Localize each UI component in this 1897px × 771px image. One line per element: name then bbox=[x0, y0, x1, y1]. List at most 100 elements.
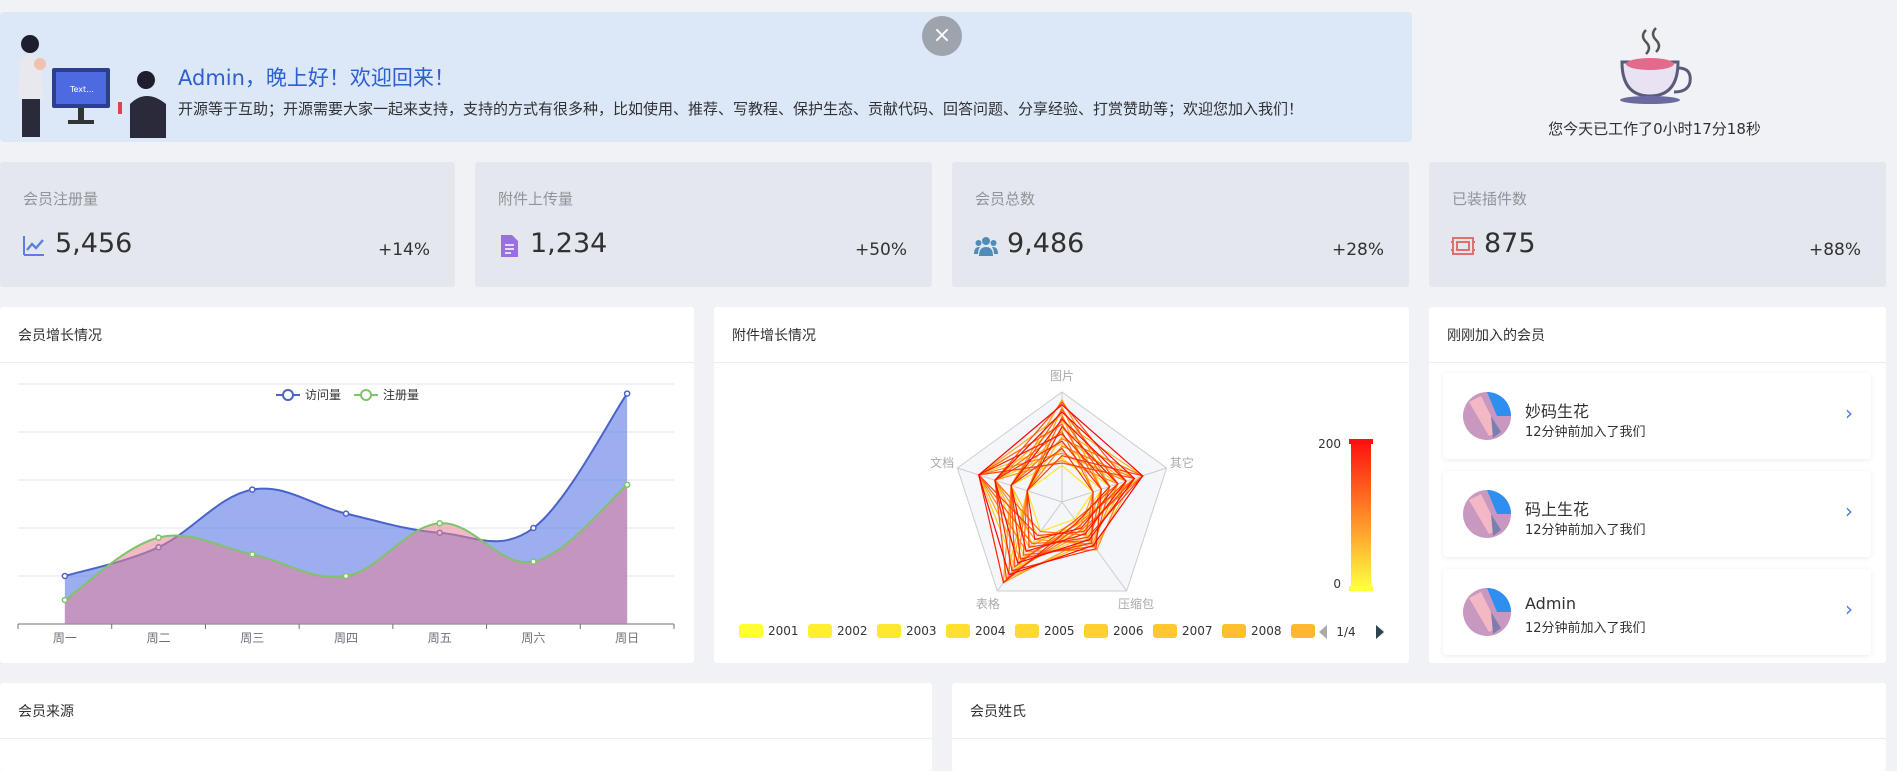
radar-indicator-label: 图片 bbox=[1050, 369, 1074, 383]
data-point bbox=[623, 481, 631, 489]
x-tick-label: 周六 bbox=[521, 631, 545, 645]
data-point bbox=[436, 519, 443, 527]
legend-swatch bbox=[1084, 624, 1108, 638]
data-point bbox=[61, 572, 69, 580]
x-tick-label: 周日 bbox=[615, 631, 639, 645]
attachment-radar-chart: 图片其它压缩包表格文档20002001 2002 2003 2004 2005 2006 2… bbox=[739, 369, 1384, 639]
close-icon[interactable]: × bbox=[922, 16, 962, 56]
legend-next-icon bbox=[1376, 625, 1384, 639]
legend-swatch bbox=[739, 624, 763, 638]
coffee-cup-icon bbox=[1620, 27, 1692, 104]
data-point bbox=[249, 486, 256, 493]
legend-label: 2006 bbox=[1113, 624, 1144, 638]
avatar bbox=[1463, 490, 1511, 538]
data-point bbox=[61, 596, 69, 604]
x-tick-label: 周四 bbox=[334, 631, 358, 645]
legend-marker bbox=[360, 389, 372, 401]
chevron-right-icon[interactable]: › bbox=[1845, 401, 1853, 425]
card-title: 会员姓氏 bbox=[970, 704, 1026, 720]
data-point bbox=[530, 558, 537, 565]
visual-map-max: 200 bbox=[1318, 437, 1341, 451]
stat-card-registrations: 会员注册量 5,456 +14% bbox=[0, 162, 455, 287]
chevron-right-icon[interactable]: › bbox=[1845, 597, 1853, 621]
member-source-card: 会员来源 bbox=[0, 683, 932, 771]
member-item[interactable]: Admin 12分钟前加入了我们 › bbox=[1443, 569, 1871, 655]
x-tick-label: 周五 bbox=[428, 631, 452, 645]
legend-marker bbox=[282, 389, 294, 401]
legend-label: 访问量 bbox=[305, 388, 341, 402]
data-point bbox=[530, 524, 537, 532]
line-chart-icon bbox=[23, 236, 44, 256]
legend-label: 2004 bbox=[975, 624, 1006, 638]
member-join-time: 12分钟前加入了我们 bbox=[1525, 621, 1646, 636]
card-header: 会员来源 bbox=[0, 683, 932, 739]
data-point bbox=[249, 551, 256, 558]
member-growth-card: 会员增长情况 周一 周二 周三 周四 周五 周六 周日 访问量 注册量 bbox=[0, 307, 694, 663]
legend-swatch bbox=[877, 624, 901, 638]
data-point bbox=[342, 510, 350, 517]
card-title: 刚刚加入的会员 bbox=[1447, 328, 1545, 344]
card-title: 会员来源 bbox=[18, 704, 74, 720]
legend-swatch bbox=[808, 624, 832, 638]
welcome-description: 开源等于互助；开源需要大家一起来支持，支持的方式有很多种，比如使用、推荐、写教程… bbox=[178, 100, 1304, 118]
work-time-panel: 您今天已工作了0小时17分18秒 bbox=[1412, 12, 1897, 142]
member-name: 码上生花 bbox=[1525, 500, 1590, 519]
stat-value: 9,486 bbox=[1007, 228, 1085, 259]
legend-swatch bbox=[1222, 624, 1246, 638]
file-icon bbox=[501, 235, 518, 257]
stat-card-members: 会员总数 9,486 +28% bbox=[952, 162, 1409, 287]
legend-swatch bbox=[1153, 624, 1177, 638]
legend-label: 2005 bbox=[1044, 624, 1075, 638]
welcome-title: Admin，晚上好！欢迎回来！ bbox=[178, 66, 455, 90]
stat-label: 已装插件数 bbox=[1452, 190, 1528, 208]
member-join-time: 12分钟前加入了我们 bbox=[1525, 523, 1646, 538]
legend-prev-icon bbox=[1319, 625, 1327, 639]
stat-percent: +50% bbox=[854, 240, 907, 260]
stat-percent: +88% bbox=[1808, 240, 1861, 260]
stat-value: 5,456 bbox=[55, 228, 133, 259]
legend-swatch bbox=[946, 624, 970, 638]
member-surname-card: 会员姓氏 bbox=[952, 683, 1886, 771]
x-tick-label: 周一 bbox=[53, 631, 77, 645]
x-tick-label: 周二 bbox=[147, 631, 171, 645]
chevron-right-icon[interactable]: › bbox=[1845, 499, 1853, 523]
legend-label: 2008 bbox=[1251, 624, 1282, 638]
plugin-icon bbox=[1451, 237, 1475, 255]
stat-label: 会员总数 bbox=[975, 190, 1036, 208]
stat-label: 会员注册量 bbox=[23, 190, 99, 208]
attachment-growth-card: 附件增长情况 图片 其它 压缩包 表格 文档 200 0 2001 2002 2003 2004 20… bbox=[714, 307, 1409, 663]
stat-percent: +14% bbox=[377, 240, 430, 260]
stat-value: 1,234 bbox=[530, 228, 608, 259]
stat-label: 附件上传量 bbox=[498, 190, 574, 208]
data-point bbox=[155, 534, 162, 541]
legend-swatch bbox=[1291, 624, 1315, 638]
legend-label: 2001 bbox=[768, 624, 799, 638]
member-join-time: 12分钟前加入了我们 bbox=[1525, 425, 1646, 440]
legend-label: 2002 bbox=[837, 624, 868, 638]
card-header: 会员姓氏 bbox=[952, 683, 1886, 739]
member-item[interactable]: 妙码生花 12分钟前加入了我们 › bbox=[1443, 373, 1871, 459]
radar-indicator-label: 文档 bbox=[930, 455, 954, 470]
data-point bbox=[342, 572, 350, 580]
stat-percent: +28% bbox=[1331, 240, 1384, 260]
legend-label: 注册量 bbox=[383, 387, 419, 402]
stat-card-plugins: 已装插件数 875 +88% bbox=[1429, 162, 1886, 287]
avatar bbox=[1463, 392, 1511, 440]
legend-label: 2003 bbox=[906, 624, 937, 638]
data-point bbox=[623, 390, 631, 397]
member-name: 妙码生花 bbox=[1525, 402, 1590, 421]
svg-text:Text...: Text... bbox=[69, 85, 94, 94]
radar-indicator-label: 压缩包 bbox=[1118, 596, 1154, 611]
stat-card-attachments: 附件上传量 1,234 +50% bbox=[475, 162, 932, 287]
welcome-illustration: Text... bbox=[18, 35, 166, 138]
stat-value: 875 bbox=[1484, 228, 1536, 259]
member-growth-chart: 周一 周二 周三 周四 周五 周六 周日 访问量 注册量 bbox=[17, 383, 675, 645]
x-tick-label: 周三 bbox=[240, 631, 264, 645]
welcome-banner: Text... Admin，晚上好！欢迎回来！ 开源等于互助；开源需要大家一起来… bbox=[0, 12, 1412, 142]
visual-map-bar bbox=[1351, 441, 1371, 589]
member-item[interactable]: 码上生花 12分钟前加入了我们 › bbox=[1443, 471, 1871, 557]
card-header: 刚刚加入的会员 bbox=[1429, 307, 1886, 363]
visual-map-handle bbox=[1349, 439, 1373, 444]
new-members-card: 刚刚加入的会员 妙码生花 12分钟前加入了我们 › 码上生花 12分钟前加入了我… bbox=[1429, 307, 1886, 663]
radar-indicator-label: 表格 bbox=[976, 596, 1000, 611]
